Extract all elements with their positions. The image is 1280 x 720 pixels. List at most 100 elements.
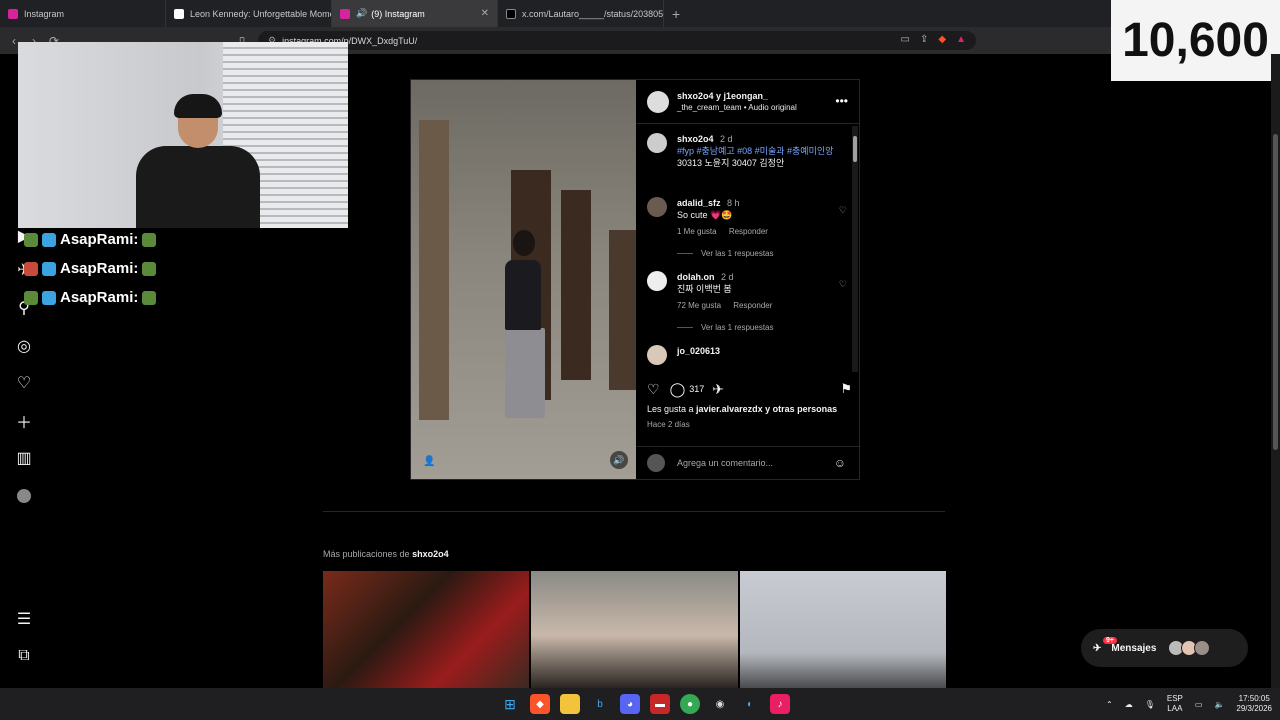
brave-icon[interactable]: ◆ — [530, 694, 550, 714]
volume-icon[interactable]: 🔈 — [1214, 700, 1224, 709]
tagged-users-icon[interactable]: 👤 — [423, 456, 435, 467]
section-divider — [323, 511, 945, 512]
volume-icon[interactable]: 🔊 — [610, 451, 628, 469]
comment-user[interactable]: jo_020613 — [677, 346, 720, 356]
comments-scrollbar[interactable] — [852, 126, 858, 372]
view-replies-link[interactable]: Ver las 1 respuestas — [677, 249, 773, 258]
scroll-thumb[interactable] — [853, 136, 857, 162]
save-icon[interactable]: ⚑ — [840, 381, 852, 397]
more-options-icon[interactable]: ••• — [835, 94, 848, 108]
post-side-panel: shxo2o4 y j1eongan_ _the_cream_team • Au… — [637, 80, 860, 479]
bing-icon[interactable]: b — [590, 694, 610, 714]
chat-line: AsapRami: — [24, 260, 157, 277]
url-field[interactable]: ⚙ instagram.com/p/DWX_DxdgTuU/ ▭ ⇪ ◆ ▲ — [258, 31, 976, 50]
grid-post[interactable] — [739, 571, 946, 688]
tab-instagram[interactable]: Instagram — [0, 0, 166, 27]
microphone-icon[interactable]: 🎙 — [1145, 700, 1155, 709]
taskbar-apps: ⊞ ◆ b ◕ ▬ ● ◉ ◐ ♪ — [500, 694, 790, 714]
commenter-avatar[interactable] — [647, 197, 667, 217]
comment-likes[interactable]: 72 Me gusta — [677, 301, 721, 310]
explore-icon[interactable]: ◎ — [14, 336, 34, 356]
page-scrollbar[interactable] — [1271, 54, 1280, 688]
likes-user[interactable]: javier.alvarezdx — [696, 404, 763, 414]
comment-icon[interactable]: ◯ — [670, 381, 686, 398]
like-comment-icon[interactable]: ♡ — [839, 279, 847, 290]
more-posts-user[interactable]: shxo2o4 — [412, 549, 449, 559]
new-tab-button[interactable]: + — [664, 6, 688, 22]
audio-info[interactable]: _the_cream_team • Audio original — [677, 103, 797, 112]
instagram-icon — [340, 8, 350, 19]
unread-badge: 9+ — [1103, 637, 1117, 644]
commenter-avatar[interactable] — [647, 345, 667, 365]
file-explorer-icon[interactable] — [560, 694, 580, 714]
chrome-icon[interactable]: ● — [680, 694, 700, 714]
tab-label: Instagram — [24, 8, 65, 19]
view-replies-text: Ver las 1 respuestas — [701, 323, 774, 332]
tab-label: x.com/Lautaro_____/status/2038055… — [522, 8, 664, 19]
comment-time: 8 h — [727, 198, 740, 208]
cast-icon[interactable]: ▭ — [901, 34, 910, 45]
brave-shield-icon[interactable]: ◆ — [938, 34, 946, 45]
language-indicator[interactable]: ESP LAA — [1167, 694, 1183, 714]
comment-text: So cute 💗🤩 — [677, 210, 733, 220]
tab-instagram-active[interactable]: 🔊 (9) Instagram ✕ — [332, 0, 498, 27]
post-actions: ♡ ◯ 317 ✈ ⚑ — [647, 380, 852, 398]
post-video[interactable]: 👤 🔊 — [411, 80, 636, 479]
also-from-meta-icon[interactable]: ⧉ — [14, 646, 34, 666]
more-menu-icon[interactable]: ☰ — [14, 609, 34, 629]
create-icon[interactable]: ＋ — [14, 411, 34, 432]
author-avatar[interactable] — [647, 90, 669, 113]
view-replies-link[interactable]: Ver las 1 respuestas — [677, 323, 773, 332]
display-icon[interactable]: ▭ — [1195, 700, 1203, 709]
dashboard-icon[interactable]: ▥ — [14, 448, 34, 468]
emote-icon — [24, 290, 38, 305]
emote-icon — [142, 261, 157, 276]
share-icon[interactable]: ⇪ — [920, 34, 928, 45]
streamer-body — [136, 146, 260, 228]
post-header: shxo2o4 y j1eongan_ _the_cream_team • Au… — [637, 80, 860, 124]
share-icon[interactable]: ✈ — [712, 381, 724, 398]
emote-icon — [142, 232, 157, 247]
tab-leon-kennedy[interactable]: Leon Kennedy: Unforgettable Mome… — [166, 0, 332, 27]
news-app-icon[interactable]: ▬ — [650, 694, 670, 714]
emoji-icon[interactable]: ☺ — [834, 456, 846, 470]
author-names[interactable]: shxo2o4 y j1eongan_ — [677, 91, 797, 101]
caption-user[interactable]: shxo2o4 — [677, 134, 714, 144]
reply-button[interactable]: Responder — [729, 227, 768, 236]
chevron-up-icon[interactable]: ⌃ — [1106, 700, 1113, 709]
close-icon[interactable]: ✕ — [481, 8, 489, 19]
view-replies-text: Ver las 1 respuestas — [701, 249, 774, 258]
tab-x-status[interactable]: x.com/Lautaro_____/status/2038055… — [498, 0, 664, 27]
clock[interactable]: 17:50:05 29/3/2026 — [1236, 694, 1272, 714]
author-avatar[interactable] — [647, 133, 667, 153]
language-code: ESP — [1166, 694, 1183, 703]
viewer-avatar — [647, 454, 665, 472]
discord-icon[interactable]: ◕ — [620, 694, 640, 714]
likes-prefix: Les gusta a — [647, 404, 697, 414]
likes-suffix: y otras personas — [762, 404, 838, 414]
messages-button[interactable]: ✈ 9+ Mensajes — [1081, 629, 1248, 667]
emote-icon — [24, 261, 38, 276]
onedrive-icon[interactable]: ☁ — [1125, 700, 1133, 709]
add-comment-input[interactable]: Agrega un comentario... — [677, 458, 773, 468]
like-comment-icon[interactable]: ♡ — [839, 205, 847, 216]
tiktok-icon[interactable]: ♪ — [770, 694, 790, 714]
comment-user[interactable]: adalid_sfz — [677, 198, 721, 208]
brave-rewards-icon[interactable]: ▲ — [956, 34, 966, 45]
likes-summary[interactable]: Les gusta a javier.alvarezdx y otras per… — [647, 404, 837, 414]
grid-post[interactable] — [531, 571, 738, 688]
caption-hashtags[interactable]: #fyp #충남예고 #08 #미술과 #충예미인앙 — [677, 145, 847, 157]
obs-icon[interactable]: ◉ — [710, 694, 730, 714]
commenter-avatar[interactable] — [647, 271, 667, 291]
like-icon[interactable]: ♡ — [647, 381, 660, 398]
grid-post[interactable] — [323, 571, 530, 688]
clock-time: 17:50:05 — [1238, 694, 1270, 703]
page-scroll-thumb[interactable] — [1273, 134, 1278, 450]
reply-button[interactable]: Responder — [733, 301, 772, 310]
start-icon[interactable]: ⊞ — [500, 694, 520, 714]
profile-avatar[interactable] — [14, 486, 34, 506]
edge-icon[interactable]: ◐ — [740, 694, 760, 714]
notifications-icon[interactable]: ♡ — [14, 373, 34, 393]
comment-user[interactable]: dolah.on — [677, 272, 715, 282]
comment-likes[interactable]: 1 Me gusta — [677, 227, 717, 236]
